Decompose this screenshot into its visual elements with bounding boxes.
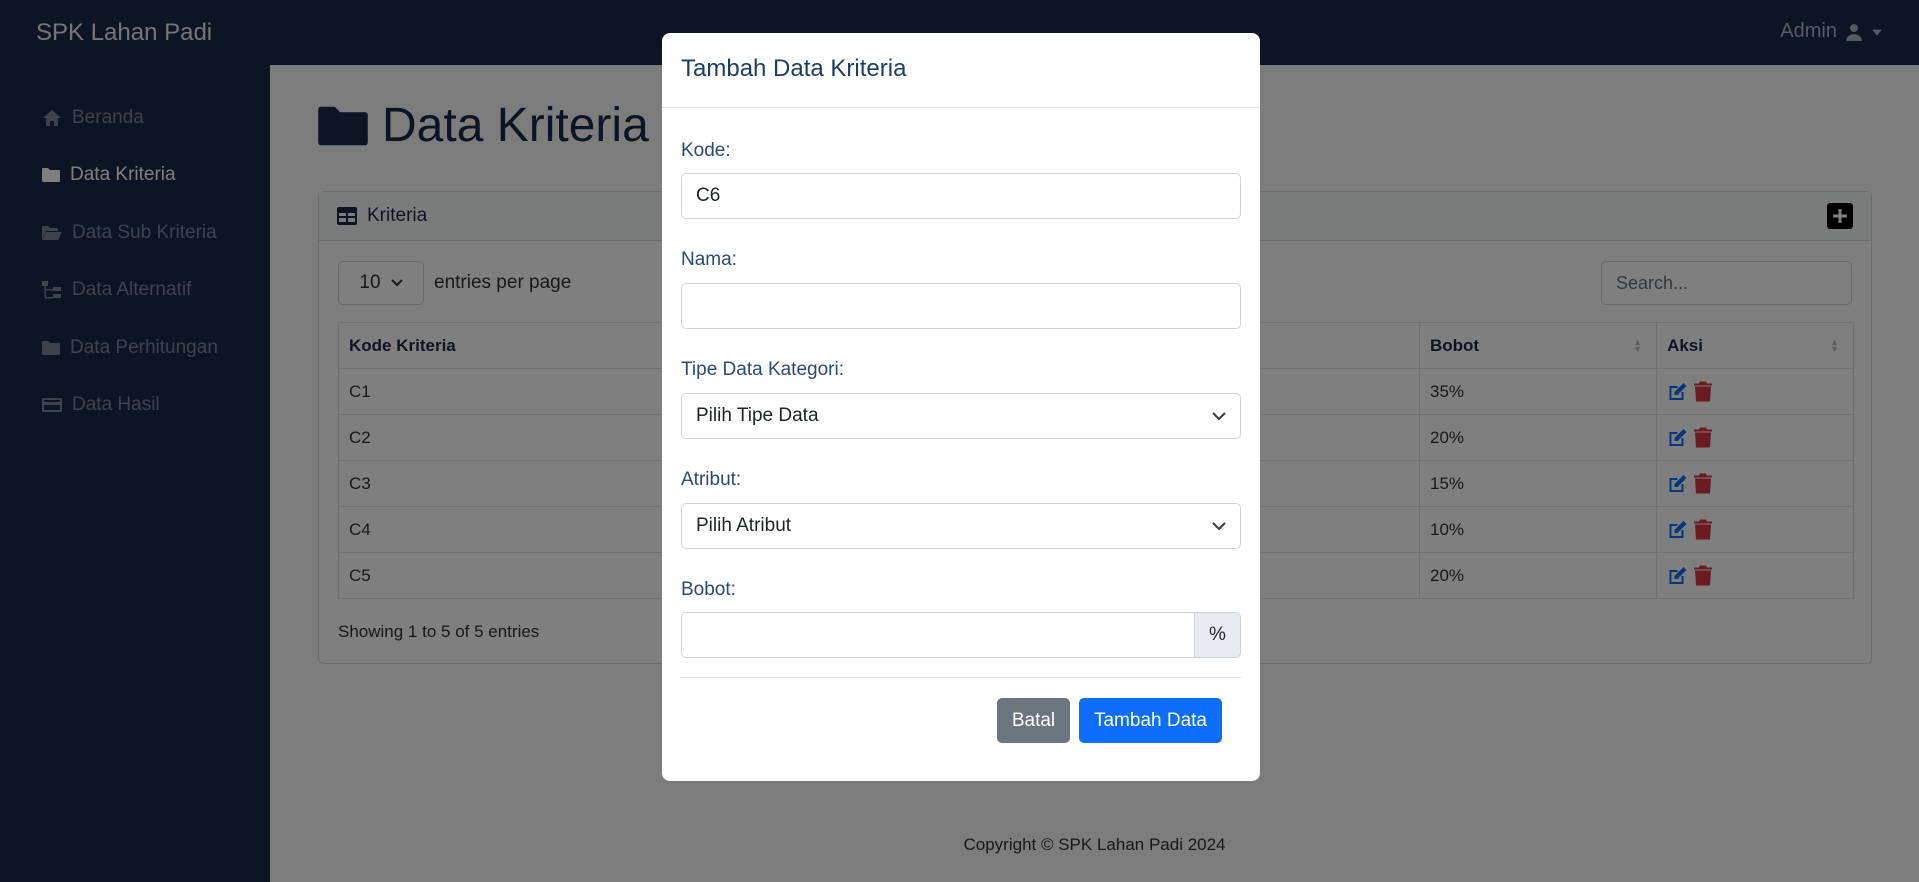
modal-title: Tambah Data Kriteria	[662, 33, 1260, 108]
bobot-label: Bobot:	[681, 579, 736, 600]
add-kriteria-modal: Tambah Data Kriteria Kode: C6 Nama: Tipe…	[662, 33, 1260, 781]
tipe-data-select[interactable]: Pilih Tipe Data	[681, 393, 1241, 439]
submit-button[interactable]: Tambah Data	[1079, 698, 1222, 743]
kode-label: Kode:	[681, 140, 731, 161]
percent-addon: %	[1195, 612, 1241, 658]
kode-input[interactable]: C6	[681, 173, 1241, 219]
bobot-input-group: %	[681, 612, 1241, 658]
nama-input[interactable]	[681, 283, 1241, 329]
atribut-select[interactable]: Pilih Atribut	[681, 503, 1241, 549]
chevron-down-icon	[1212, 521, 1226, 530]
atribut-label: Atribut:	[681, 469, 742, 490]
atribut-selected: Pilih Atribut	[696, 515, 792, 536]
nama-label: Nama:	[681, 249, 737, 270]
chevron-down-icon	[1212, 411, 1226, 420]
tipe-data-label: Tipe Data Kategori:	[681, 359, 844, 380]
tipe-data-selected: Pilih Tipe Data	[696, 405, 819, 426]
bobot-input[interactable]	[681, 612, 1195, 658]
cancel-button[interactable]: Batal	[997, 698, 1070, 743]
modal-divider	[681, 677, 1241, 678]
